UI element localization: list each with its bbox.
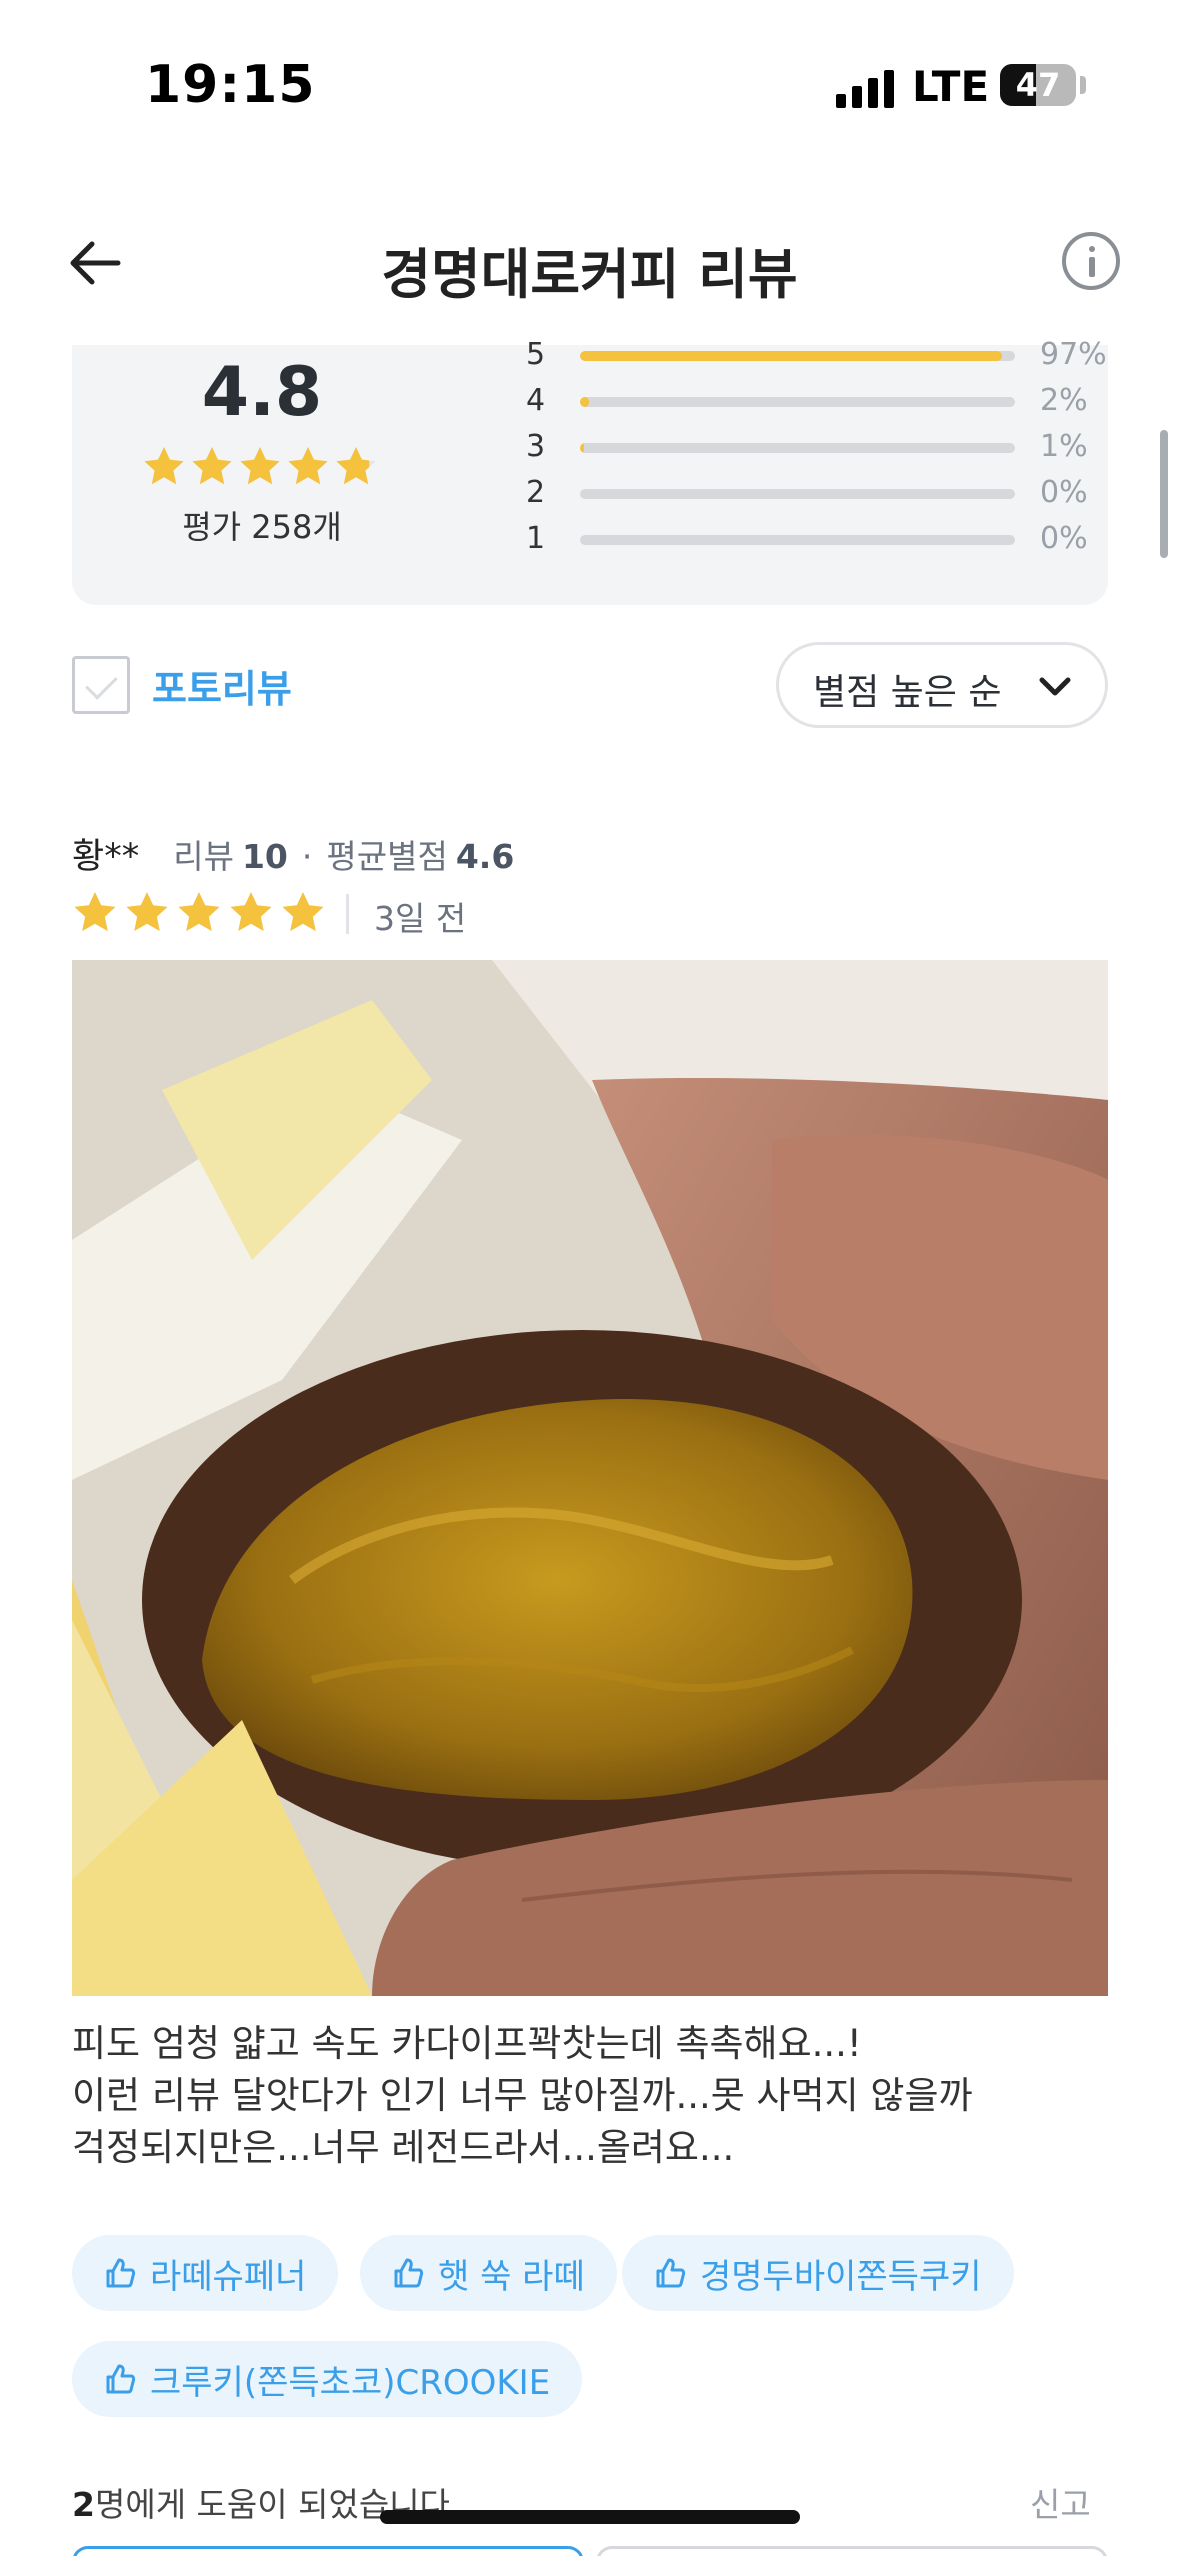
distribution-bar-fill: [580, 443, 585, 453]
menu-tag[interactable]: 크루키(쫀득초코)CROOKIE: [72, 2341, 583, 2417]
distribution-row-2: 2 0%: [452, 473, 1092, 513]
distribution-bar-fill: [580, 351, 1002, 361]
star-icon: [336, 447, 376, 485]
distribution-score: 2: [526, 475, 546, 510]
distribution-bar: [580, 535, 1015, 545]
distribution-score: 4: [526, 383, 546, 418]
status-bar: 19:15 LTE 47: [0, 0, 1179, 160]
star-icon: [74, 892, 116, 931]
menu-tag[interactable]: 햇 쑥 라떼: [360, 2235, 617, 2311]
review-text-line: 걱정되지만은...너무 레전드라서...올려요...: [72, 2126, 735, 2169]
comment-button[interactable]: [596, 2546, 1108, 2556]
average-score: 4.8: [201, 353, 323, 432]
total-reviews: 평가 258개: [182, 508, 342, 546]
distribution-percent: 2%: [1040, 383, 1088, 418]
menu-tag[interactable]: 경명두바이쫀득쿠키: [622, 2235, 1014, 2311]
review-date: 3일 전: [374, 899, 467, 938]
thumbs-up-icon: [106, 2364, 136, 2394]
photo-review-label: 포토리뷰: [152, 666, 292, 711]
photo-review-checkbox[interactable]: [72, 656, 130, 714]
review-text-line: 이런 리뷰 달앗다가 인기 너무 많아질까...못 사먹지 않을까: [72, 2074, 973, 2117]
review-body: 피도 엄청 얇고 속도 카다이프꽉찻는데 촉촉해요...! 이런 리뷰 달앗다가…: [72, 2018, 1122, 2174]
average-rating-label: 평균별점: [326, 837, 448, 876]
distribution-score: 1: [526, 521, 546, 556]
distribution-row-4: 4 2%: [452, 381, 1092, 421]
reviewer-info: 황** 리뷰 10 · 평균별점 4.6: [72, 828, 514, 879]
menu-tag-label: 햇 쑥 라떼: [438, 2256, 585, 2297]
thumbs-up-icon: [394, 2258, 424, 2288]
average-rating-value: 4.6: [455, 837, 515, 876]
star-icon: [178, 892, 220, 931]
distribution-percent: 97%: [1040, 337, 1107, 372]
separator-dot: ·: [301, 837, 313, 876]
review-count: 10: [241, 837, 288, 876]
thumbs-up-icon: [656, 2258, 686, 2288]
review-stars: [72, 890, 326, 936]
review-text-line: 피도 엄청 얇고 속도 카다이프꽉찻는데 촉촉해요...!: [72, 2022, 862, 2065]
helpful-button[interactable]: [72, 2546, 584, 2556]
menu-tag-label: 라떼슈페너: [150, 2256, 307, 2297]
reviewer-name[interactable]: 황**: [72, 828, 139, 879]
rating-summary: 4.8 평가 258개 5 97% 4 2% 3 1% 2 0% 1 0%: [72, 337, 1108, 605]
distribution-percent: 0%: [1040, 521, 1088, 556]
distribution-bar: [580, 443, 1015, 453]
battery-icon: 47: [1000, 64, 1076, 106]
helpful-number: 2: [72, 2485, 95, 2524]
average-stars: [142, 445, 382, 489]
scrollbar[interactable]: [1160, 430, 1168, 558]
distribution-bar: [580, 489, 1015, 499]
distribution-row-5: 5 97%: [452, 335, 1107, 375]
home-indicator: [380, 2510, 800, 2524]
distribution-percent: 0%: [1040, 475, 1088, 510]
network-type: LTE: [912, 62, 990, 111]
chevron-down-icon: [1039, 677, 1071, 696]
star-icon: [240, 447, 280, 485]
menu-tag[interactable]: 라떼슈페너: [72, 2235, 339, 2311]
sort-label: 별점 높은 순: [813, 672, 1002, 713]
photo-review-filter[interactable]: 포토리뷰: [72, 655, 292, 715]
menu-tag-label: 경명두바이쫀득쿠키: [700, 2256, 982, 2297]
star-icon: [230, 892, 272, 931]
review-photo[interactable]: [72, 960, 1108, 1996]
battery-tip: [1080, 76, 1086, 94]
star-icon: [192, 447, 232, 485]
distribution-score: 5: [526, 337, 546, 372]
menu-tag-label: 크루키(쫀득초코)CROOKIE: [150, 2362, 551, 2403]
distribution-bar-fill: [580, 397, 589, 407]
distribution-score: 3: [526, 429, 546, 464]
sort-dropdown[interactable]: 별점 높은 순: [776, 642, 1108, 728]
info-icon[interactable]: [1062, 232, 1120, 290]
signal-icon: [836, 70, 896, 108]
report-link[interactable]: 신고: [1030, 2478, 1091, 2526]
top-nav: 경명대로커피 리뷰: [0, 200, 1179, 320]
star-icon: [282, 892, 324, 931]
distribution-percent: 1%: [1040, 429, 1088, 464]
review-count-label: 리뷰: [173, 837, 234, 876]
page-title: 경명대로커피 리뷰: [381, 243, 798, 306]
divider: [346, 894, 349, 934]
distribution-row-1: 1 0%: [452, 519, 1092, 559]
star-icon: [144, 447, 184, 485]
star-icon: [126, 892, 168, 931]
distribution-bar: [580, 397, 1015, 407]
distribution-row-3: 3 1%: [452, 427, 1092, 467]
status-time: 19:15: [145, 55, 316, 115]
thumbs-up-icon: [106, 2258, 136, 2288]
star-icon: [288, 447, 328, 485]
distribution-bar: [580, 351, 1015, 361]
battery-level: 47: [1015, 66, 1061, 104]
